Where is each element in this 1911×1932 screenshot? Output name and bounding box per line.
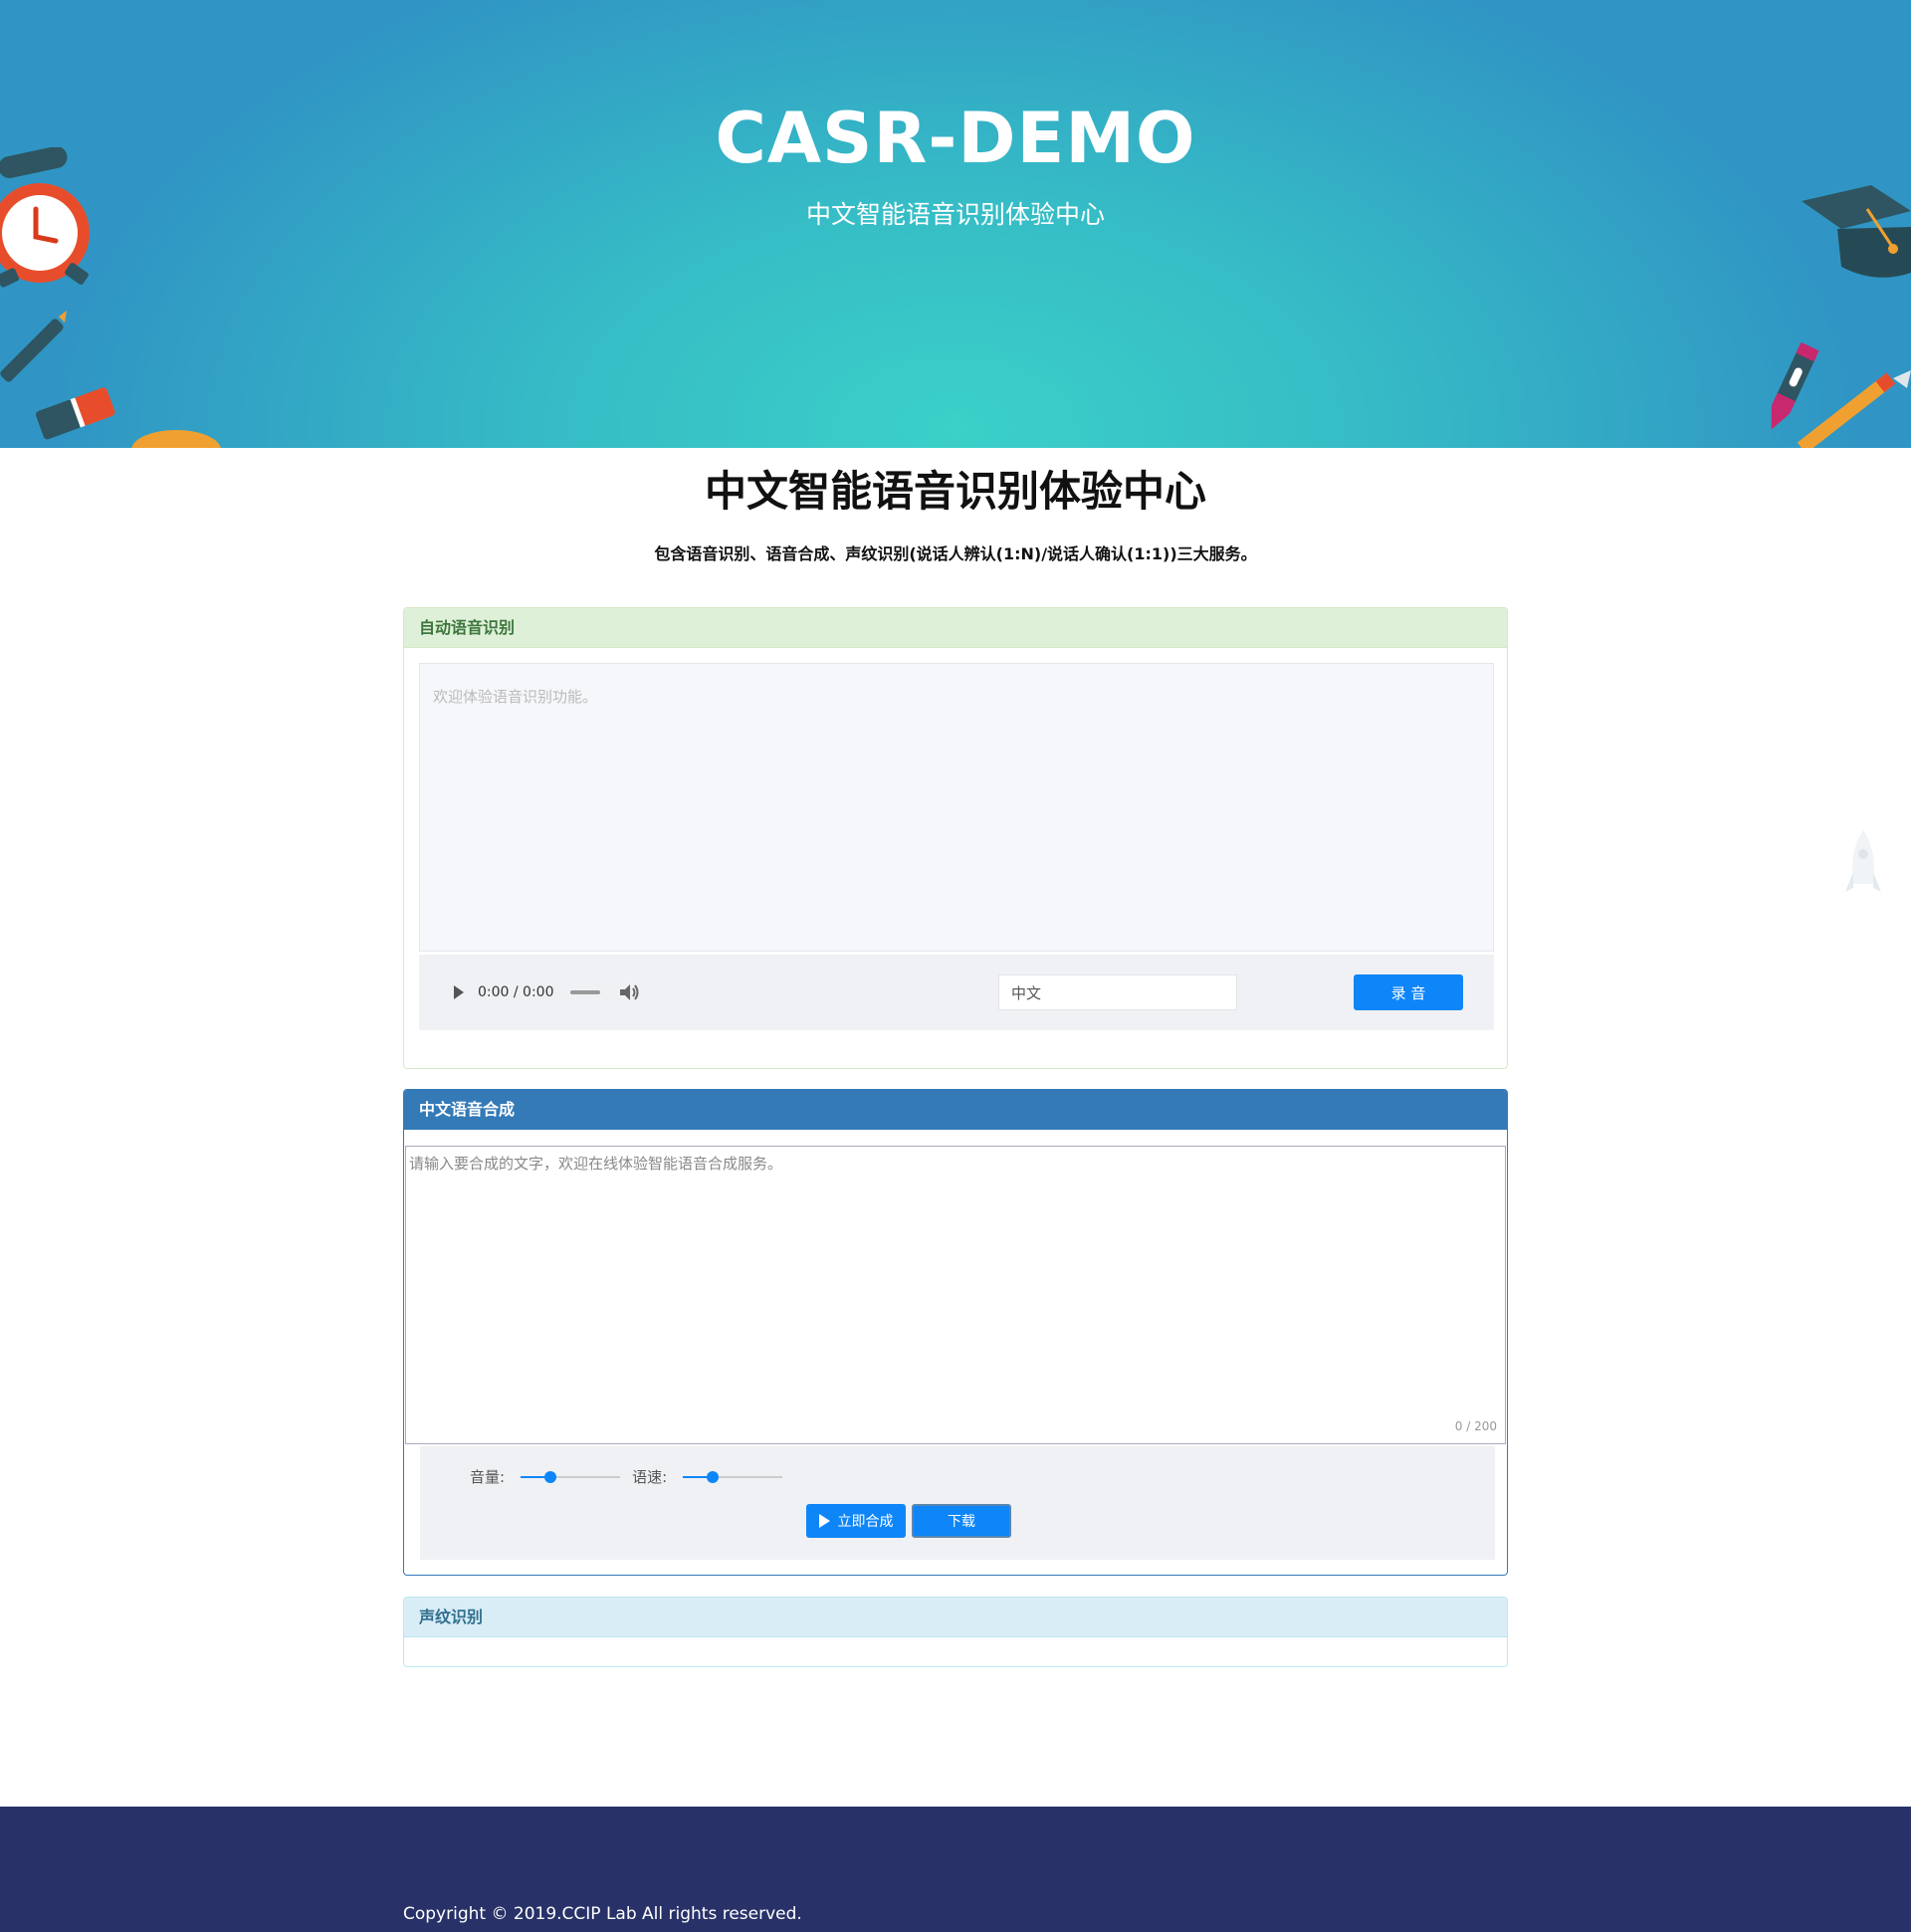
hero-banner: CASR-DEMO 中文智能语音识别体验中心 bbox=[0, 0, 1911, 448]
play-icon[interactable] bbox=[454, 985, 464, 999]
tts-text-input[interactable]: 请输入要合成的文字，欢迎在线体验智能语音合成服务。 0 / 200 bbox=[405, 1146, 1506, 1444]
synthesize-button[interactable]: 立即合成 bbox=[806, 1504, 906, 1538]
play-icon bbox=[818, 1514, 830, 1528]
page-title: 中文智能语音识别体验中心 bbox=[704, 467, 1206, 516]
asr-result-area: 欢迎体验语音识别功能。 bbox=[419, 663, 1494, 952]
pencil-icon bbox=[1797, 370, 1911, 448]
page-description: 包含语音识别、语音合成、声纹识别(说话人辨认(1:N)/说话人确认(1:1))三… bbox=[654, 544, 1257, 563]
audio-time: 0:00 / 0:00 bbox=[478, 984, 554, 1000]
hero-subtitle: 中文智能语音识别体验中心 bbox=[805, 200, 1105, 229]
record-button[interactable]: 录 音 bbox=[1354, 974, 1463, 1010]
download-button[interactable]: 下载 bbox=[912, 1504, 1011, 1538]
tts-sliders: 音量: 语速: bbox=[470, 1466, 794, 1487]
speed-label: 语速: bbox=[632, 1468, 668, 1486]
voiceprint-panel-heading[interactable]: 声纹识别 bbox=[404, 1598, 1507, 1637]
volume-slider[interactable] bbox=[521, 1467, 621, 1487]
audio-seek-bar[interactable] bbox=[569, 990, 600, 994]
asr-panel: 自动语音识别 欢迎体验语音识别功能。 0:00 / 0:00 录 音 bbox=[403, 607, 1508, 1069]
synthesize-label: 立即合成 bbox=[837, 1514, 894, 1530]
speed-slider[interactable] bbox=[683, 1467, 783, 1487]
hero-title: CASR-DEMO bbox=[715, 98, 1196, 179]
footer: Copyright © 2019.CCIP Lab All rights res… bbox=[0, 1807, 1911, 1932]
tts-panel-heading: 中文语音合成 bbox=[404, 1090, 1507, 1130]
volume-slider-handle[interactable] bbox=[544, 1470, 557, 1483]
speed-slider-handle[interactable] bbox=[707, 1470, 720, 1483]
rocket-icon[interactable] bbox=[1843, 828, 1883, 908]
copyright-text: Copyright © 2019.CCIP Lab All rights res… bbox=[403, 1904, 802, 1924]
asr-control-bar: 0:00 / 0:00 录 音 bbox=[419, 955, 1494, 1030]
asr-panel-heading: 自动语音识别 bbox=[404, 608, 1507, 648]
volume-icon[interactable] bbox=[619, 983, 640, 1001]
tts-placeholder: 请输入要合成的文字，欢迎在线体验智能语音合成服务。 bbox=[409, 1155, 783, 1173]
tts-control-bar: 音量: 语速: 立即合成 下载 bbox=[420, 1446, 1495, 1560]
char-counter: 0 / 200 bbox=[1454, 1419, 1497, 1433]
audio-player[interactable]: 0:00 / 0:00 bbox=[454, 978, 640, 1006]
tts-panel: 中文语音合成 请输入要合成的文字，欢迎在线体验智能语音合成服务。 0 / 200… bbox=[403, 1089, 1508, 1576]
voiceprint-panel: 声纹识别 bbox=[403, 1597, 1508, 1667]
compass-icon bbox=[131, 430, 221, 448]
language-input[interactable] bbox=[998, 974, 1237, 1010]
eraser-icon bbox=[36, 387, 115, 440]
volume-label: 音量: bbox=[470, 1468, 506, 1486]
